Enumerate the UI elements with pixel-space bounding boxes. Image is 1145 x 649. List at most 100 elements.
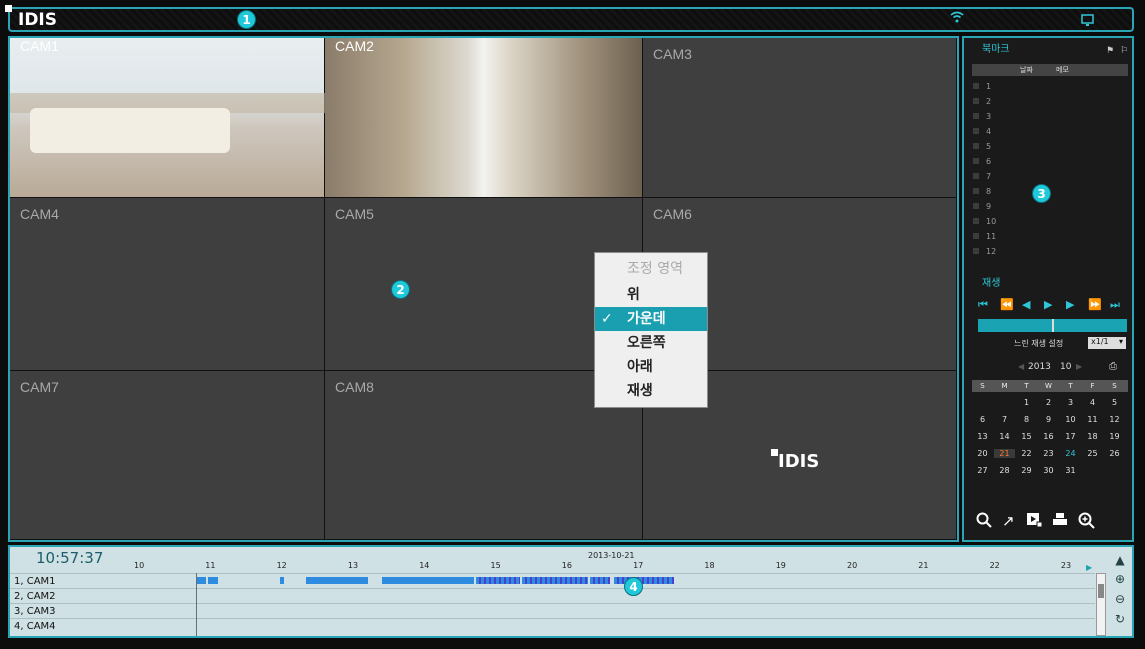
- bookmark-checkbox[interactable]: [973, 128, 979, 134]
- export-icon[interactable]: ↗: [1002, 512, 1015, 530]
- bookmark-checkbox[interactable]: [973, 248, 979, 254]
- menu-item-playback[interactable]: 재생: [595, 379, 707, 403]
- menu-item-bottom[interactable]: 아래: [595, 355, 707, 379]
- timeline-row[interactable]: 1, CAM1: [10, 573, 1095, 588]
- camera-cell-7[interactable]: CAM7: [10, 371, 325, 540]
- recording-segment[interactable]: [522, 577, 588, 584]
- print-icon[interactable]: [1052, 512, 1068, 532]
- bookmark-row[interactable]: 7: [973, 172, 991, 181]
- fast-forward-icon[interactable]: ⏩: [1088, 298, 1102, 311]
- bookmark-checkbox[interactable]: [973, 83, 979, 89]
- bookmark-row[interactable]: 3: [973, 112, 991, 121]
- prev-month-icon[interactable]: ◀: [1018, 362, 1024, 371]
- bookmark-checkbox[interactable]: [973, 158, 979, 164]
- calendar-day[interactable]: 17: [1060, 432, 1081, 441]
- refresh-icon[interactable]: ↻: [1113, 612, 1127, 626]
- clip-icon[interactable]: [1026, 512, 1043, 532]
- timeline-row[interactable]: 4, CAM4: [10, 618, 1095, 633]
- next-month-icon[interactable]: ▶: [1076, 362, 1082, 371]
- camera-cell-4[interactable]: CAM4: [10, 198, 325, 371]
- timeline-row[interactable]: 3, CAM3: [10, 603, 1095, 618]
- slow-play-select[interactable]: x1/1 ▾: [1088, 337, 1126, 349]
- recording-segment[interactable]: [382, 577, 474, 584]
- recording-segment[interactable]: [590, 577, 610, 584]
- bookmark-row[interactable]: 11: [973, 232, 996, 241]
- bookmark-row[interactable]: 9: [973, 202, 991, 211]
- calendar-day[interactable]: 21: [994, 449, 1015, 458]
- calendar-day[interactable]: 7: [994, 415, 1015, 424]
- camera-cell-3[interactable]: CAM3: [643, 38, 957, 198]
- bookmark-checkbox[interactable]: [973, 143, 979, 149]
- timeline-scrollbar[interactable]: [1096, 573, 1106, 636]
- camera-cell-1[interactable]: CAM1: [10, 38, 325, 198]
- timeline-row[interactable]: 2, CAM2: [10, 588, 1095, 603]
- recording-segment[interactable]: [196, 577, 206, 584]
- zoom-in-icon[interactable]: ⊕: [1113, 572, 1127, 586]
- calendar-day[interactable]: 5: [1104, 398, 1125, 407]
- calendar-day[interactable]: 9: [1038, 415, 1059, 424]
- calendar-day[interactable]: 15: [1016, 432, 1037, 441]
- calendar-day[interactable]: 12: [1104, 415, 1125, 424]
- calendar-day[interactable]: 2: [1038, 398, 1059, 407]
- playhead[interactable]: [196, 573, 197, 636]
- bookmark-checkbox[interactable]: [973, 173, 979, 179]
- bookmark-row[interactable]: 4: [973, 127, 991, 136]
- bookmark-row[interactable]: 12: [973, 247, 996, 256]
- calendar-day[interactable]: 20: [972, 449, 993, 458]
- zoom-out-icon[interactable]: ⊖: [1113, 592, 1127, 606]
- recording-segment[interactable]: [208, 577, 218, 584]
- calendar-day[interactable]: 13: [972, 432, 993, 441]
- recording-segment[interactable]: [280, 577, 284, 584]
- calendar-day[interactable]: 1: [1016, 398, 1037, 407]
- recording-segment[interactable]: [614, 577, 674, 584]
- calendar-day[interactable]: 18: [1082, 432, 1103, 441]
- calendar-day[interactable]: 28: [994, 466, 1015, 475]
- calendar-day[interactable]: 31: [1060, 466, 1081, 475]
- scrollbar-thumb[interactable]: [1098, 584, 1104, 598]
- timeline-next-icon[interactable]: ▶: [1086, 563, 1092, 572]
- search-icon[interactable]: [976, 512, 992, 532]
- calendar-day[interactable]: 25: [1082, 449, 1103, 458]
- calendar-day[interactable]: 16: [1038, 432, 1059, 441]
- speed-slider[interactable]: [978, 319, 1127, 332]
- bookmark-checkbox[interactable]: [973, 98, 979, 104]
- play-icon[interactable]: ▶: [1044, 298, 1052, 311]
- bookmark-checkbox[interactable]: [973, 203, 979, 209]
- speed-slider-thumb[interactable]: [1052, 319, 1054, 332]
- scroll-up-icon[interactable]: ▲: [1113, 553, 1127, 567]
- bookmark-row[interactable]: 8: [973, 187, 991, 196]
- calendar-day[interactable]: 8: [1016, 415, 1037, 424]
- recording-segment[interactable]: [476, 577, 520, 584]
- calendar-export-icon[interactable]: ⎙: [1109, 361, 1117, 372]
- calendar-day[interactable]: 23: [1038, 449, 1059, 458]
- bookmark-row[interactable]: 10: [973, 217, 996, 226]
- bookmark-checkbox[interactable]: [973, 218, 979, 224]
- wifi-icon[interactable]: [950, 10, 964, 28]
- bookmark-row[interactable]: 2: [973, 97, 991, 106]
- skip-last-icon[interactable]: ⏭: [1110, 298, 1120, 312]
- calendar-day[interactable]: 14: [994, 432, 1015, 441]
- calendar-day[interactable]: 22: [1016, 449, 1037, 458]
- menu-item-top[interactable]: 위: [595, 283, 707, 307]
- step-forward-icon[interactable]: ▶: [1066, 298, 1074, 311]
- menu-item-right[interactable]: 오른쪽: [595, 331, 707, 355]
- monitor-icon[interactable]: [1081, 12, 1094, 31]
- step-back-icon[interactable]: ◀: [1022, 298, 1030, 311]
- camera-cell-2[interactable]: CAM2: [325, 38, 643, 198]
- bookmark-remove-icon[interactable]: ⚐: [1120, 46, 1128, 56]
- bookmark-row[interactable]: 5: [973, 142, 991, 151]
- bookmark-row[interactable]: 6: [973, 157, 991, 166]
- menu-item-center[interactable]: ✓ 가운데: [595, 307, 707, 331]
- calendar-day[interactable]: 3: [1060, 398, 1081, 407]
- calendar-day[interactable]: 10: [1060, 415, 1081, 424]
- zoom-icon[interactable]: [1078, 512, 1095, 533]
- bookmark-row[interactable]: 1: [973, 82, 991, 91]
- bookmark-checkbox[interactable]: [973, 188, 979, 194]
- calendar-day[interactable]: 24: [1060, 449, 1081, 458]
- calendar-day[interactable]: 30: [1038, 466, 1059, 475]
- calendar-day[interactable]: 27: [972, 466, 993, 475]
- calendar-day[interactable]: 4: [1082, 398, 1103, 407]
- calendar-day[interactable]: 29: [1016, 466, 1037, 475]
- calendar-day[interactable]: 11: [1082, 415, 1103, 424]
- calendar-day[interactable]: 19: [1104, 432, 1125, 441]
